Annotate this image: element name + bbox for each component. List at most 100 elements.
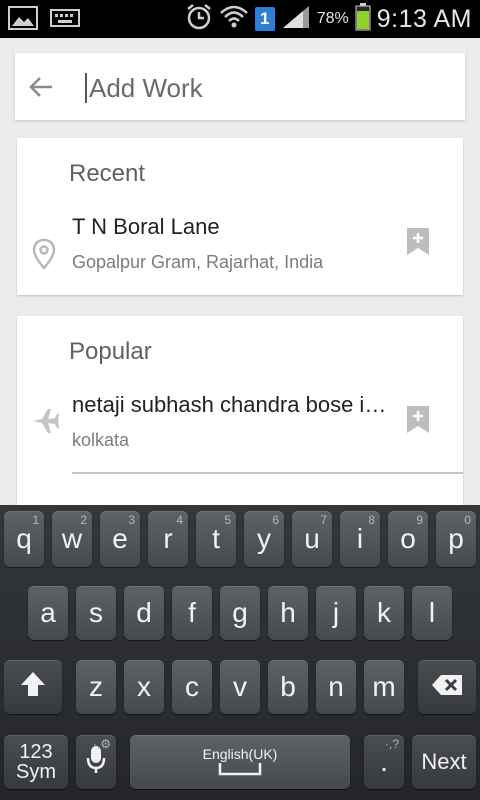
key-s[interactable]: s — [76, 586, 116, 640]
key-z[interactable]: z — [76, 660, 116, 714]
key-d[interactable]: d — [124, 586, 164, 640]
key-label: x — [137, 671, 151, 702]
key-g[interactable]: g — [220, 586, 260, 640]
key-label: j — [332, 597, 340, 628]
key-label: h — [280, 597, 296, 628]
backspace-key[interactable] — [418, 660, 476, 714]
key-hint: 4 — [176, 513, 183, 527]
symbols-key[interactable]: 123 Sym — [4, 735, 68, 789]
bookmark-add-icon[interactable] — [407, 406, 429, 433]
key-p[interactable]: p0 — [436, 511, 476, 567]
key-hint: 5 — [224, 513, 231, 527]
key-hint: 9 — [416, 513, 423, 527]
key-label: v — [233, 671, 247, 702]
key-label: g — [232, 597, 248, 628]
wifi-icon — [219, 3, 249, 36]
key-l[interactable]: l — [412, 586, 452, 640]
space-key[interactable]: English(UK) — [130, 735, 350, 789]
key-q[interactable]: q1 — [4, 511, 44, 567]
bookmark-add-icon[interactable] — [407, 228, 429, 255]
status-bar: 1 78% 9:13 AM — [0, 0, 480, 38]
key-r[interactable]: r4 — [148, 511, 188, 567]
key-label: c — [185, 671, 199, 702]
key-label: m — [372, 671, 396, 702]
battery-icon — [355, 2, 371, 36]
battery-percent: 78% — [316, 10, 349, 27]
key-v[interactable]: v — [220, 660, 260, 714]
key-hint: ·,⚙ — [92, 737, 111, 751]
key-label: t — [212, 523, 220, 554]
recent-section-title: Recent — [69, 160, 146, 187]
key-f[interactable]: f — [172, 586, 212, 640]
backspace-icon — [431, 671, 463, 703]
key-label: n — [328, 671, 344, 702]
space-key-label: English(UK) — [202, 745, 278, 762]
key-label: o — [400, 523, 416, 554]
list-item[interactable]: netaji subhash chandra bose internationa… — [17, 392, 463, 472]
key-m[interactable]: m — [364, 660, 404, 714]
key-hint: 1 — [32, 513, 39, 527]
key-label: e — [112, 523, 128, 554]
shift-key[interactable] — [4, 660, 62, 714]
voice-input-key[interactable]: ·,⚙ — [76, 735, 116, 789]
key-h[interactable]: h — [268, 586, 308, 640]
key-x[interactable]: x — [124, 660, 164, 714]
key-n[interactable]: n — [316, 660, 356, 714]
key-label: u — [304, 523, 320, 554]
key-hint: 8 — [368, 513, 375, 527]
keyboard-icon — [50, 8, 80, 33]
next-key[interactable]: Next — [412, 735, 476, 789]
key-e[interactable]: e3 — [100, 511, 140, 567]
key-label: i — [356, 523, 364, 554]
divider — [72, 472, 463, 474]
search-input[interactable] — [87, 65, 451, 111]
key-a[interactable]: a — [28, 586, 68, 640]
key-w[interactable]: w2 — [52, 511, 92, 567]
key-t[interactable]: t5 — [196, 511, 236, 567]
key-label: l — [428, 597, 436, 628]
key-u[interactable]: u7 — [292, 511, 332, 567]
symbols-key-label-bottom: Sym — [16, 761, 56, 783]
search-bar — [15, 53, 465, 120]
key-j[interactable]: j — [316, 586, 356, 640]
location-pin-icon — [31, 238, 57, 270]
place-title: netaji subhash chandra bose internationa… — [72, 392, 394, 417]
key-c[interactable]: c — [172, 660, 212, 714]
next-key-label: Next — [421, 749, 467, 774]
key-hint: ·,? — [384, 737, 399, 751]
key-label: r — [163, 523, 173, 554]
period-key[interactable]: . ·,? — [364, 735, 404, 789]
place-title: T N Boral Lane — [72, 214, 220, 239]
list-item[interactable]: T N Boral Lane Gopalpur Gram, Rajarhat, … — [17, 214, 463, 294]
key-hint: 2 — [80, 513, 87, 527]
gallery-icon — [8, 6, 38, 35]
key-label: s — [89, 597, 103, 628]
status-time: 9:13 AM — [376, 4, 472, 33]
soft-keyboard: q1 w2 e3 r4 t5 y6 u7 i8 o9 p0 a s d f g … — [0, 505, 480, 800]
airplane-icon — [31, 406, 59, 438]
key-hint: 7 — [320, 513, 327, 527]
key-b[interactable]: b — [268, 660, 308, 714]
alarm-icon — [185, 3, 213, 36]
key-label: b — [280, 671, 296, 702]
key-o[interactable]: o9 — [388, 511, 428, 567]
place-subtitle: Gopalpur Gram, Rajarhat, India — [72, 252, 324, 272]
key-hint: 0 — [464, 513, 471, 527]
key-hint: 3 — [128, 513, 135, 527]
sim-icon: 1 — [254, 7, 275, 31]
key-label: w — [61, 523, 83, 554]
back-arrow-icon[interactable] — [27, 73, 55, 101]
key-y[interactable]: y6 — [244, 511, 284, 567]
key-label: p — [448, 523, 464, 554]
space-bar-icon — [218, 762, 262, 779]
key-label: z — [89, 671, 103, 702]
popular-card: Popular netaji subhash chandra bose inte… — [17, 316, 463, 506]
key-k[interactable]: k — [364, 586, 404, 640]
shift-icon — [19, 670, 47, 705]
place-subtitle: kolkata — [72, 430, 130, 450]
key-label: q — [16, 523, 32, 554]
symbols-key-label-top: 123 — [19, 741, 53, 763]
popular-section-title: Popular — [69, 338, 152, 365]
signal-icon — [281, 4, 311, 35]
key-i[interactable]: i8 — [340, 511, 380, 567]
